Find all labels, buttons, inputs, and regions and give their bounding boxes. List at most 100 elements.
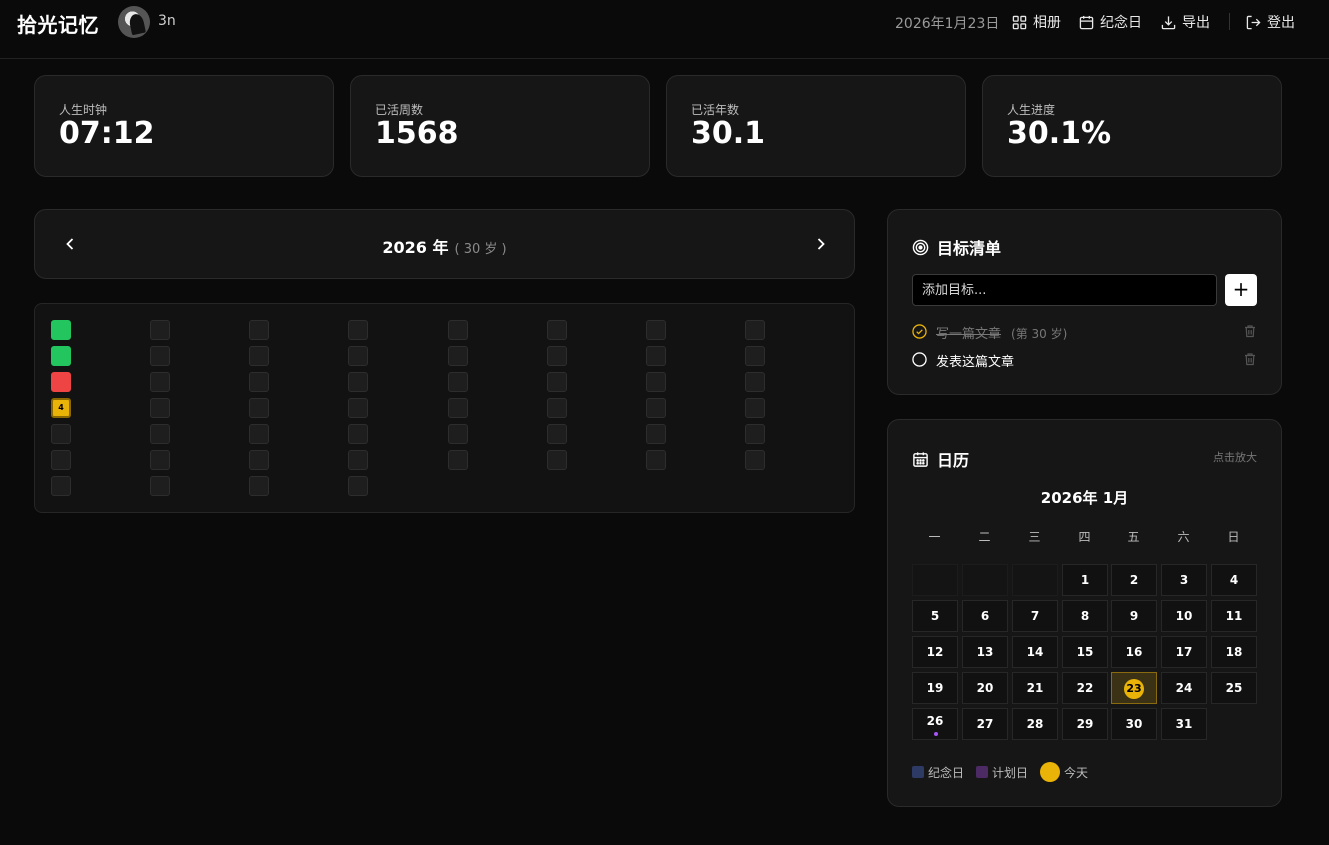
current-week-cell[interactable]: 4 [51,398,71,418]
week-cell[interactable] [150,476,170,496]
week-cell[interactable] [249,320,269,340]
calendar-day[interactable]: 14 [1012,636,1058,668]
week-cell[interactable] [547,398,567,418]
calendar-day[interactable]: 3 [1161,564,1207,596]
calendar-day[interactable]: 19 [912,672,958,704]
week-cell[interactable] [348,476,368,496]
week-cell[interactable] [348,424,368,444]
calendar-day[interactable]: 10 [1161,600,1207,632]
calendar-day[interactable]: 8 [1062,600,1108,632]
week-cell[interactable] [150,424,170,444]
week-cell[interactable] [448,398,468,418]
nav-logout-button[interactable]: 登出 [1246,10,1295,34]
calendar-day[interactable]: 29 [1062,708,1108,740]
week-cell[interactable] [646,450,666,470]
week-cell[interactable] [547,424,567,444]
calendar-day[interactable]: 30 [1111,708,1157,740]
week-cell[interactable] [348,398,368,418]
calendar-day[interactable]: 5 [912,600,958,632]
week-cell[interactable] [51,346,71,366]
week-cell[interactable] [150,346,170,366]
week-cell[interactable] [547,320,567,340]
week-cell[interactable] [249,398,269,418]
calendar-day[interactable]: 20 [962,672,1008,704]
calendar-day[interactable]: 18 [1211,636,1257,668]
week-cell[interactable] [745,320,765,340]
zoom-hint[interactable]: 点击放大 [1213,449,1257,465]
username[interactable]: 3n [158,13,176,29]
calendar-day[interactable]: 31 [1161,708,1207,740]
week-cell[interactable] [150,450,170,470]
week-cell[interactable] [448,372,468,392]
add-goal-button[interactable]: + [1225,274,1257,306]
calendar-day[interactable]: 25 [1211,672,1257,704]
calendar-day[interactable]: 26 [912,708,958,740]
calendar-day[interactable]: 24 [1161,672,1207,704]
week-cell[interactable] [646,398,666,418]
add-goal-input[interactable] [912,274,1217,306]
calendar-day[interactable]: 4 [1211,564,1257,596]
avatar[interactable] [118,6,150,38]
week-cell[interactable] [51,450,71,470]
check-circle-icon[interactable] [912,324,927,339]
week-cell[interactable] [547,346,567,366]
trash-icon[interactable] [1243,352,1257,366]
calendar-day[interactable]: 22 [1062,672,1108,704]
week-cell[interactable] [448,450,468,470]
week-cell[interactable] [150,320,170,340]
stat-card-life-clock: 人生时钟 07:12 [34,75,334,177]
calendar-day[interactable]: 7 [1012,600,1058,632]
nav-anniversary-button[interactable]: 纪念日 [1079,10,1142,34]
calendar-day[interactable]: 9 [1111,600,1157,632]
calendar-day[interactable]: 17 [1161,636,1207,668]
chevron-right-icon[interactable] [811,234,831,254]
week-cell[interactable] [547,372,567,392]
week-cell[interactable] [51,320,71,340]
legend-swatch [912,766,924,778]
week-cell[interactable] [646,372,666,392]
calendar-day[interactable]: 2 [1111,564,1157,596]
week-cell[interactable] [547,450,567,470]
circle-icon[interactable] [912,352,927,367]
week-cell[interactable] [646,320,666,340]
calendar-day-today[interactable]: 23 [1111,672,1157,704]
brand-logo[interactable]: 拾光记忆 [17,9,99,38]
calendar-day[interactable]: 16 [1111,636,1157,668]
calendar-day[interactable]: 11 [1211,600,1257,632]
week-cell[interactable] [745,398,765,418]
calendar-day[interactable]: 27 [962,708,1008,740]
calendar-day[interactable]: 13 [962,636,1008,668]
calendar-day[interactable]: 21 [1012,672,1058,704]
nav-export-button[interactable]: 导出 [1161,10,1210,34]
week-cell[interactable] [249,450,269,470]
week-cell[interactable] [51,372,71,392]
week-cell[interactable] [745,424,765,444]
calendar-day[interactable]: 12 [912,636,958,668]
week-cell[interactable] [745,372,765,392]
week-cell[interactable] [448,424,468,444]
week-cell[interactable] [348,320,368,340]
week-cell[interactable] [646,424,666,444]
week-cell[interactable] [646,346,666,366]
week-cell[interactable] [448,346,468,366]
week-cell[interactable] [348,372,368,392]
calendar-day[interactable]: 1 [1062,564,1108,596]
week-cell[interactable] [348,346,368,366]
calendar-day[interactable]: 6 [962,600,1008,632]
calendar-day[interactable]: 28 [1012,708,1058,740]
week-cell[interactable] [150,372,170,392]
trash-icon[interactable] [1243,324,1257,338]
calendar-day[interactable]: 15 [1062,636,1108,668]
week-cell[interactable] [51,476,71,496]
week-cell[interactable] [249,476,269,496]
week-cell[interactable] [249,346,269,366]
nav-album-button[interactable]: 相册 [1012,10,1061,34]
week-cell[interactable] [249,372,269,392]
week-cell[interactable] [348,450,368,470]
week-cell[interactable] [745,346,765,366]
week-cell[interactable] [150,398,170,418]
week-cell[interactable] [448,320,468,340]
week-cell[interactable] [745,450,765,470]
week-cell[interactable] [51,424,71,444]
week-cell[interactable] [249,424,269,444]
